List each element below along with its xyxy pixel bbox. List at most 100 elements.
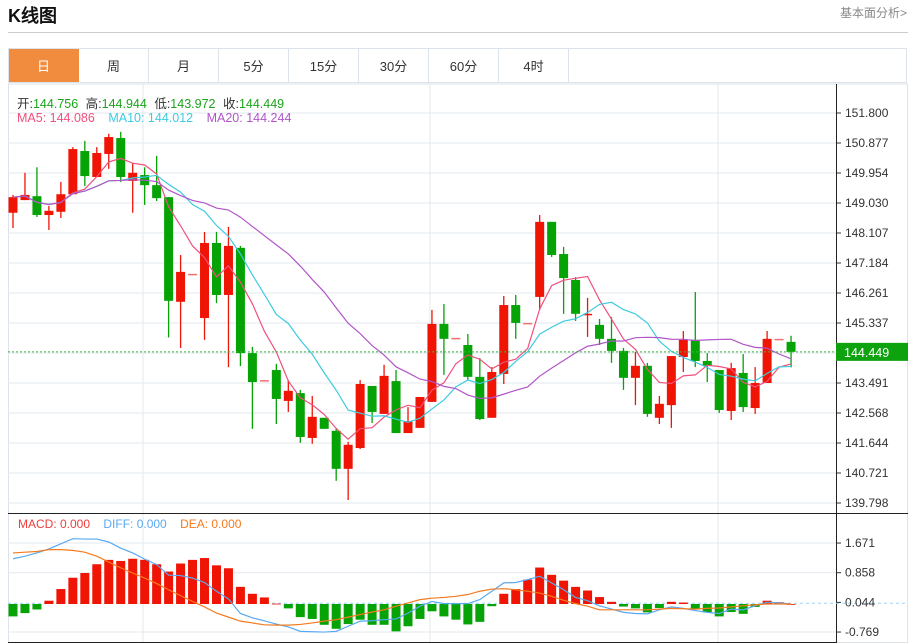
open-value: 144.756 xyxy=(32,97,79,111)
candle xyxy=(439,304,449,375)
ma-legend: MA5: 144.086 MA10: 144.012 MA20: 144.244 xyxy=(17,111,295,125)
candle-body xyxy=(571,280,581,314)
high-label: 高: xyxy=(85,97,102,111)
macd-bar xyxy=(80,572,90,604)
macd-bar xyxy=(8,604,18,617)
candle xyxy=(164,197,174,338)
price-tick-label: 150.877 xyxy=(845,136,889,150)
macd-bar xyxy=(654,604,664,609)
price-tick-label: 143.491 xyxy=(845,376,889,390)
ohlc-legend: 开:144.756 高:144.944 低:143.972 收:144.449 xyxy=(17,93,288,112)
macd-bar xyxy=(547,574,557,604)
ma20-value: MA20: 144.244 xyxy=(206,111,292,125)
macd-bar xyxy=(678,602,688,604)
candle-body xyxy=(68,149,78,195)
price-tick-label: 142.568 xyxy=(845,406,889,420)
candle xyxy=(499,295,509,385)
candle xyxy=(319,417,329,429)
macd-bar xyxy=(607,601,616,604)
candle-body xyxy=(535,221,545,297)
candle-body xyxy=(331,430,341,469)
ma10-value: MA10: 144.012 xyxy=(108,111,194,125)
dea-value: DEA: 0.000 xyxy=(180,517,242,531)
macd-bar xyxy=(68,577,78,604)
candle xyxy=(223,227,233,368)
candle-body xyxy=(104,137,114,154)
candle-body xyxy=(439,323,449,339)
candle-body xyxy=(714,370,724,411)
candle xyxy=(271,363,281,424)
candle-body xyxy=(379,375,389,414)
candle-body xyxy=(654,403,664,418)
candle xyxy=(116,131,126,182)
candle xyxy=(211,231,221,304)
macd-bar xyxy=(104,559,114,604)
candle-body xyxy=(307,416,317,438)
price-tick-label: 145.337 xyxy=(845,316,889,330)
macd-bar xyxy=(343,604,353,625)
macd-bar xyxy=(271,603,281,605)
macd-bar xyxy=(690,604,700,609)
candle-body xyxy=(451,337,461,340)
macd-tick-label: -0.769 xyxy=(845,625,879,639)
close-value: 144.449 xyxy=(238,97,285,111)
macd-tick-label: 0.044 xyxy=(845,595,875,609)
macd-tick-label: 1.671 xyxy=(845,536,875,550)
macd-bar xyxy=(331,604,341,629)
macd-bar xyxy=(307,604,317,619)
candle xyxy=(80,140,90,187)
macd-bar xyxy=(188,559,198,604)
price-tick-label: 148.107 xyxy=(845,226,889,240)
candle-body xyxy=(188,273,198,276)
candle-body xyxy=(211,242,221,295)
candle xyxy=(654,396,664,424)
candle xyxy=(391,370,401,434)
price-tick-label: 149.030 xyxy=(845,196,889,210)
macd-bar xyxy=(235,586,245,604)
candle xyxy=(259,380,269,382)
candle xyxy=(630,351,640,406)
price-tick-label: 149.954 xyxy=(845,166,889,180)
macd-bar xyxy=(463,604,473,625)
macd-bar xyxy=(618,604,628,607)
candle-body xyxy=(630,365,640,378)
high-value: 144.944 xyxy=(101,97,147,111)
macd-bar xyxy=(92,564,102,604)
candle xyxy=(475,358,485,421)
candle-body xyxy=(116,138,126,178)
macd-bar xyxy=(475,604,485,622)
candle-body xyxy=(511,305,521,323)
candle-body xyxy=(666,356,676,406)
candle xyxy=(104,133,114,169)
close-label: 收: xyxy=(222,97,239,111)
macd-bar xyxy=(56,589,66,604)
candle xyxy=(487,367,497,418)
candle-body xyxy=(523,322,533,325)
macd-bar xyxy=(535,567,545,604)
candle-body xyxy=(355,384,365,449)
candle xyxy=(750,367,760,414)
candle xyxy=(547,221,557,257)
macd-bar xyxy=(259,597,269,604)
candle xyxy=(68,147,78,195)
candle-body xyxy=(8,197,18,213)
candle xyxy=(152,155,162,202)
candle xyxy=(367,385,377,423)
candle xyxy=(128,163,138,213)
candle xyxy=(666,356,676,428)
open-label: 开: xyxy=(17,97,33,111)
candle-body xyxy=(547,221,557,256)
diff-value: DIFF: 0.000 xyxy=(103,517,167,531)
candle-body xyxy=(367,385,377,412)
candle xyxy=(32,167,42,217)
price-tick-label: 140.721 xyxy=(845,466,889,480)
macd-bar xyxy=(32,604,42,610)
candle xyxy=(403,407,413,434)
ma5-value: MA5: 144.086 xyxy=(17,111,95,125)
candle xyxy=(583,297,593,337)
candle-body xyxy=(403,421,413,434)
candle xyxy=(571,277,581,321)
price-tick-label: 141.644 xyxy=(845,436,889,450)
macd-bar xyxy=(499,593,509,604)
macd-bar xyxy=(140,559,150,604)
